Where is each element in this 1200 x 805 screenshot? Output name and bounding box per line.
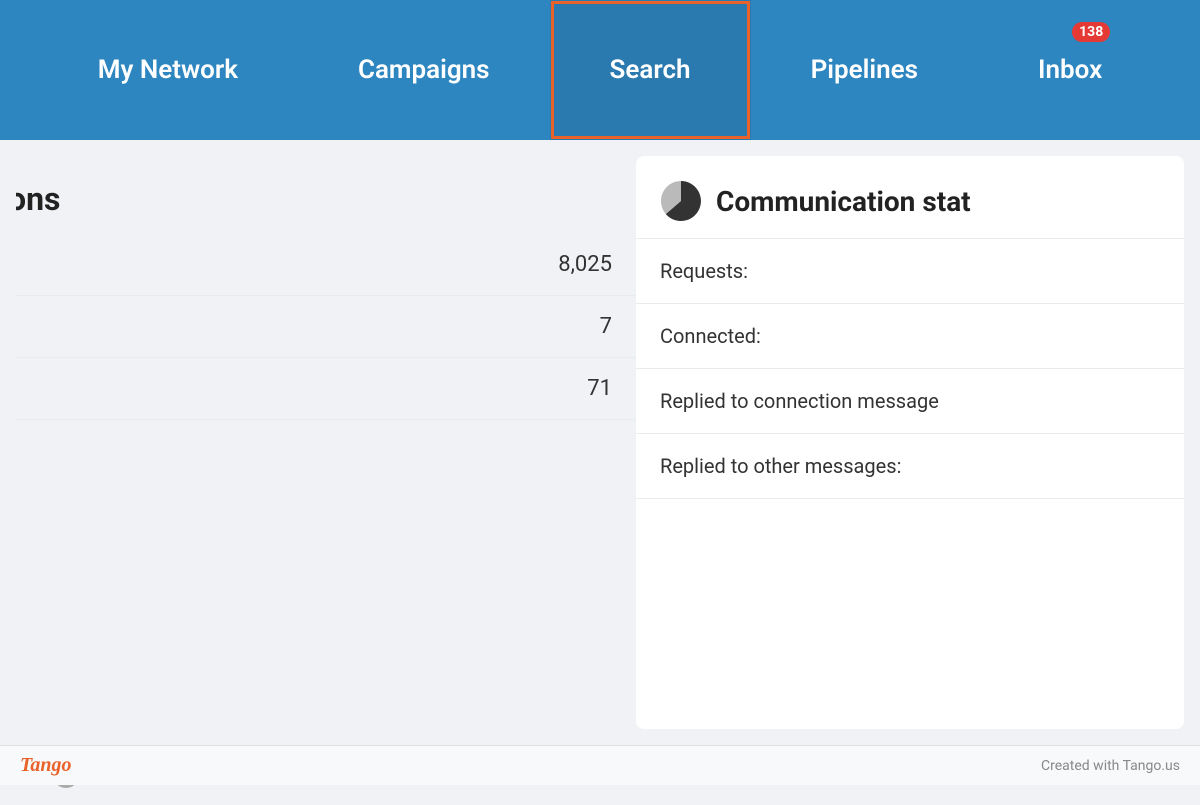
nav-inbox[interactable]: Inbox 138 xyxy=(978,0,1162,140)
main-content: ons 8,025 7 71 xyxy=(0,140,1200,745)
communication-header: Communication stat xyxy=(636,156,1184,239)
right-panel: Communication stat Requests: Connected: … xyxy=(636,156,1184,729)
tango-logo: Tango xyxy=(20,754,72,777)
table-row: 71 xyxy=(16,358,636,420)
stats-table: 8,025 7 71 xyxy=(16,234,636,420)
nav-my-network[interactable]: My Network xyxy=(38,0,298,140)
footer-tagline: Created with Tango.us xyxy=(1041,758,1180,774)
footer: Tango Created with Tango.us xyxy=(0,745,1200,785)
nav-campaigns[interactable]: Campaigns xyxy=(298,0,550,140)
comm-row-replied-connection: Replied to connection message xyxy=(636,369,1184,434)
stat-value-2: 7 xyxy=(209,296,636,358)
left-panel-title: ons xyxy=(16,156,636,234)
table-row: 7 xyxy=(16,296,636,358)
stat-value-1: 8,025 xyxy=(209,234,636,296)
left-panel: ons 8,025 7 71 xyxy=(16,156,636,729)
comm-row-requests: Requests: xyxy=(636,239,1184,304)
stat-label-1 xyxy=(16,234,209,296)
inbox-badge: 138 xyxy=(1072,22,1110,42)
comm-row-connected: Connected: xyxy=(636,304,1184,369)
inbox-label: Inbox xyxy=(1038,55,1102,85)
communication-title: Communication stat xyxy=(716,185,971,218)
nav-search[interactable]: Search xyxy=(550,0,751,140)
stat-label-3 xyxy=(16,358,209,420)
pie-chart-icon xyxy=(660,180,702,222)
stat-label-2 xyxy=(16,296,209,358)
communication-rows: Requests: Connected: Replied to connecti… xyxy=(636,239,1184,499)
navbar: My Network Campaigns Search Pipelines In… xyxy=(0,0,1200,140)
comm-row-replied-other: Replied to other messages: xyxy=(636,434,1184,499)
stat-value-3: 71 xyxy=(209,358,636,420)
table-row: 8,025 xyxy=(16,234,636,296)
nav-pipelines[interactable]: Pipelines xyxy=(751,0,978,140)
